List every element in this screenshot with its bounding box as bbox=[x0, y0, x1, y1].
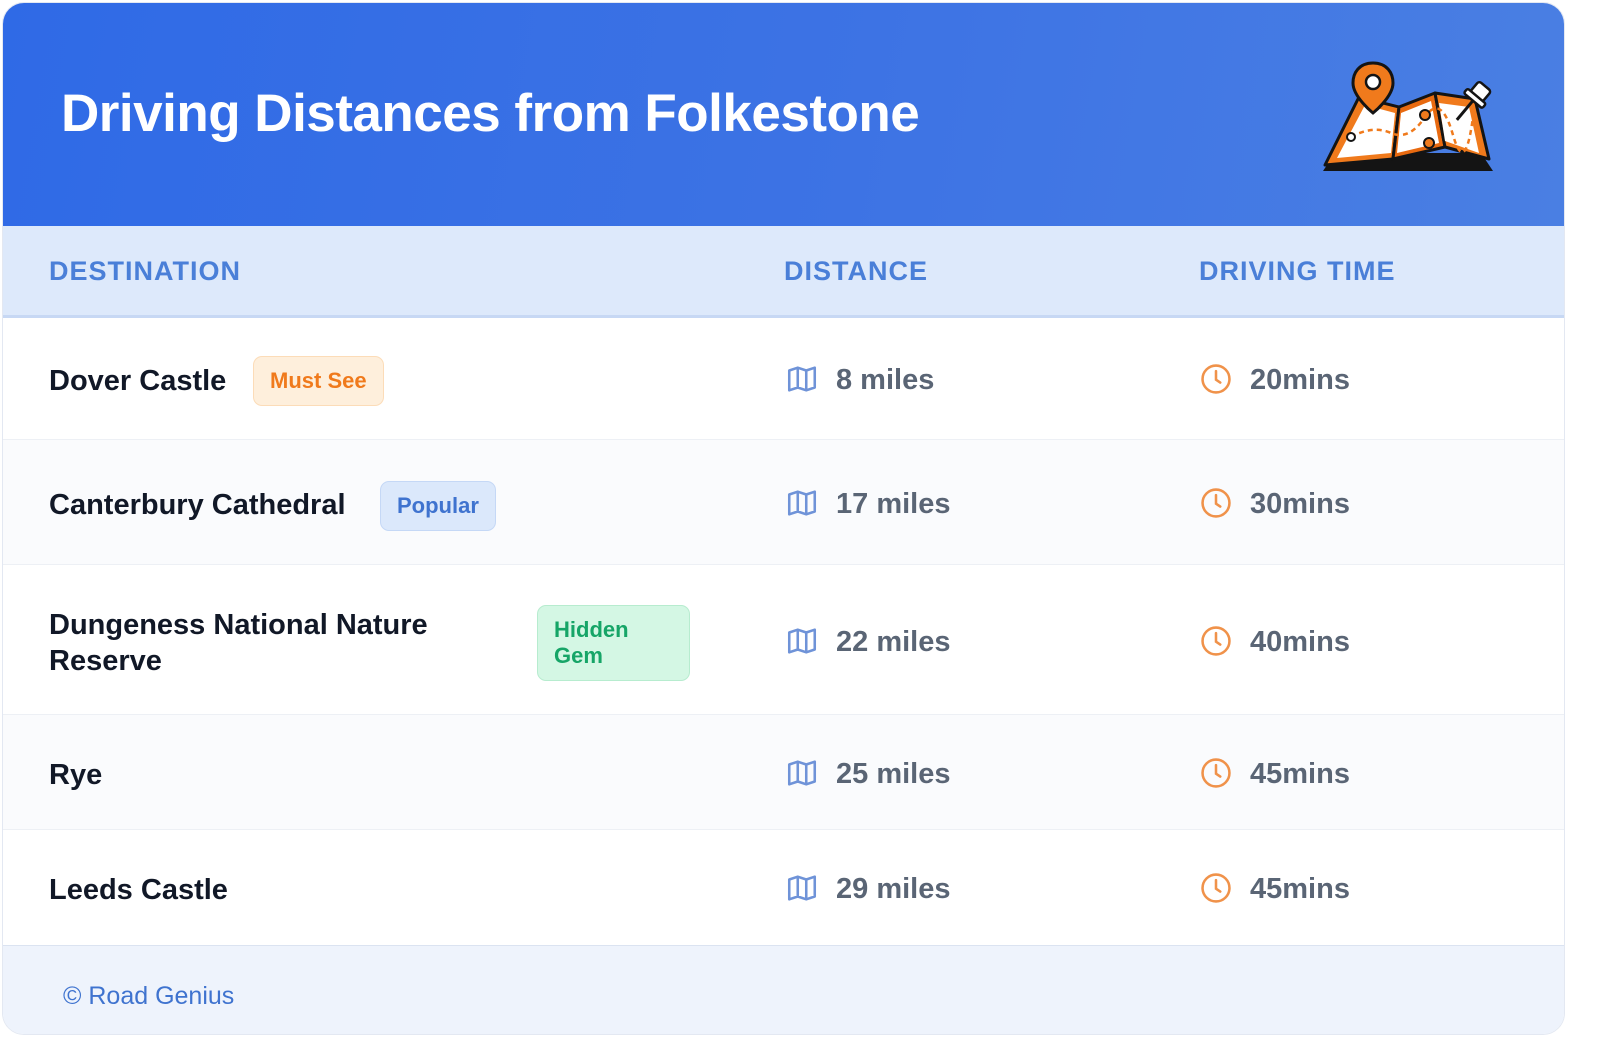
map-icon bbox=[787, 490, 817, 516]
page-title: Driving Distances from Folkestone bbox=[61, 84, 920, 143]
map-icon bbox=[787, 628, 817, 654]
table-header: DESTINATION DISTANCE DRIVING TIME bbox=[3, 226, 1564, 318]
time-value: 20mins bbox=[1250, 364, 1350, 396]
distances-card: Driving Distances from Folkestone DESTIN… bbox=[2, 2, 1565, 1035]
table-row: Leeds Castle 29 miles 45mins bbox=[3, 830, 1564, 945]
table-row: Dover Castle Must See 8 miles 20mins bbox=[3, 318, 1564, 440]
table-row: Canterbury Cathedral Popular 17 miles 30… bbox=[3, 440, 1564, 565]
clock-icon bbox=[1201, 364, 1231, 394]
destination-name: Leeds Castle bbox=[49, 874, 228, 906]
copyright-credit: © Road Genius bbox=[63, 982, 235, 1010]
card-header: Driving Distances from Folkestone bbox=[3, 3, 1564, 226]
distance-value: 29 miles bbox=[836, 873, 951, 905]
column-header-driving-time: DRIVING TIME bbox=[1199, 256, 1396, 286]
clock-icon bbox=[1201, 626, 1231, 656]
distance-value: 25 miles bbox=[836, 758, 951, 790]
map-icon bbox=[787, 366, 817, 392]
destination-name: Dungeness National Nature Reserve bbox=[49, 609, 428, 677]
time-value: 40mins bbox=[1250, 626, 1350, 658]
time-value: 45mins bbox=[1250, 758, 1350, 790]
popular-badge: Popular bbox=[380, 481, 496, 531]
clock-icon bbox=[1201, 758, 1231, 788]
column-header-destination: DESTINATION bbox=[49, 256, 241, 286]
folded-map-with-pins-icon bbox=[1323, 61, 1493, 171]
distance-value: 8 miles bbox=[836, 364, 935, 396]
map-icon bbox=[787, 760, 817, 786]
distance-value: 22 miles bbox=[836, 626, 951, 658]
table-row: Rye 25 miles 45mins bbox=[3, 715, 1564, 830]
map-icon bbox=[787, 875, 817, 901]
clock-icon bbox=[1201, 873, 1231, 903]
distance-value: 17 miles bbox=[836, 488, 951, 520]
must-see-badge: Must See bbox=[253, 356, 384, 406]
card-footer: © Road Genius bbox=[3, 945, 1564, 1034]
time-value: 30mins bbox=[1250, 488, 1350, 520]
column-header-distance: DISTANCE bbox=[784, 256, 929, 286]
table-row: Dungeness National Nature Reserve Hidden… bbox=[3, 565, 1564, 715]
hidden-gem-badge: Hidden Gem bbox=[537, 605, 690, 681]
destination-name: Rye bbox=[49, 759, 103, 791]
destination-name: Dover Castle bbox=[49, 365, 227, 397]
time-value: 45mins bbox=[1250, 873, 1350, 905]
destination-name: Canterbury Cathedral bbox=[49, 489, 346, 521]
clock-icon bbox=[1201, 488, 1231, 518]
